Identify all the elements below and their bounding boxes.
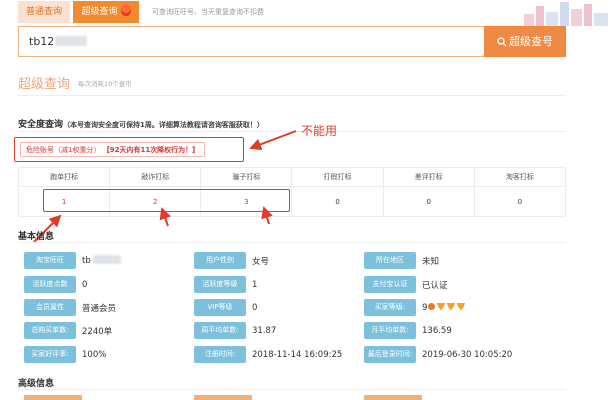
search-bar: tb12 超级查号 [18, 26, 566, 57]
advanced-label-stub [24, 395, 82, 400]
info-value: 0 [82, 279, 88, 290]
info-label: 总购买单数: [24, 322, 76, 339]
table-cell: 0 [291, 186, 384, 217]
divider [18, 95, 566, 96]
basic-info-heading: 基本信息 [18, 232, 55, 242]
super-search-label: 超级查号 [509, 35, 553, 48]
diamond-icon [436, 302, 446, 311]
info-label: 所在地区 [364, 252, 416, 269]
info-value: 2240单 [82, 326, 113, 337]
tab-normal-label: 普通查询 [25, 7, 62, 17]
info-item: 淘宝旺旺 tb [24, 252, 121, 269]
diamond-icon [446, 302, 456, 311]
info-value: 1 [252, 279, 258, 290]
safety-note: （本号查询安全度可保持1周。详细算法教程请咨询客服获取！） [63, 121, 264, 129]
safety-title: 安全度查询 [18, 120, 64, 130]
info-label: 买家好评率: [24, 346, 76, 363]
redacted-text [55, 36, 88, 46]
risk-highlight-box: 危险账号（减1权重分） 【92天内有11次降权行为！】 [14, 137, 244, 162]
table-header: 差评打标 [382, 167, 475, 187]
info-value: 2018-11-14 16:09:25 [252, 349, 343, 360]
info-value: 女号 [252, 256, 270, 267]
info-item: 最后登录时间: 2019-06-30 10:05:20 [364, 346, 512, 363]
info-item: 用户性别 女号 [194, 252, 269, 269]
info-value: 普通会员 [82, 303, 117, 314]
info-label: 注册时间: [194, 346, 246, 363]
info-value: 2019-06-30 10:05:20 [422, 349, 513, 360]
info-item: 活跃度点数 0 [24, 276, 87, 293]
table-header: 敲诈打标 [109, 167, 202, 187]
advanced-label-stub [364, 395, 422, 400]
tab-super-query[interactable]: 超级查询 [73, 1, 139, 23]
table-cell: 0 [382, 186, 475, 217]
tab-normal-query[interactable]: 普通查询 [18, 1, 70, 23]
info-item: 支付宝认证 已认证 [364, 276, 448, 293]
info-item: 会员属性 普通会员 [24, 299, 116, 316]
info-item: 活跃度等级 1 [194, 276, 257, 293]
info-value: 已认证 [422, 280, 448, 291]
search-icon [497, 37, 507, 47]
info-value: 100% [82, 349, 107, 360]
safety-heading: 安全度查询（本号查询安全度可保持1周。详细算法教程请咨询客服获取！） [18, 117, 264, 130]
info-label: 月平均单数: [364, 322, 416, 339]
super-search-button[interactable]: 超级查号 [484, 26, 566, 57]
info-value: 未知 [422, 256, 440, 267]
divider [18, 131, 566, 132]
advanced-info-heading: 高级信息 [18, 379, 55, 389]
info-label: 最后登录时间: [364, 346, 416, 363]
info-item: 注册时间: 2018-11-14 16:09:25 [194, 346, 342, 363]
info-label: 买家等级: [364, 299, 416, 316]
info-item: 买家好评率: 100% [24, 346, 106, 363]
marks-highlight-box [43, 189, 290, 212]
table-header: 打假打标 [291, 167, 384, 187]
fire-icon [120, 4, 131, 16]
table-header: 骗子打标 [200, 167, 293, 187]
search-input-value: tb12 [29, 35, 55, 48]
info-item: 总购买单数: 2240单 [24, 322, 112, 339]
info-item: VIP等级 0 [194, 299, 257, 316]
medal-icon [428, 302, 436, 310]
info-value: tb [82, 255, 121, 266]
info-item: 买家等级: 9 [364, 299, 466, 316]
info-value: 9 [422, 302, 466, 313]
info-label: 会员属性 [24, 299, 76, 316]
risk-status-badge: 危险账号（减1权重分） 【92天内有11次降权行为！】 [20, 142, 206, 157]
info-item: 月平均单数: 136.59 [364, 322, 452, 339]
page-title: 超级查询 [18, 77, 71, 92]
info-item: 周平均单数: 31.87 [194, 322, 276, 339]
table-header: 淘客打标 [473, 167, 567, 187]
table-cell: 0 [473, 186, 567, 217]
tab-super-label: 超级查询 [81, 7, 118, 17]
info-label: 用户性别 [194, 252, 246, 269]
table-header-row: 跑单打标 敲诈打标 骗子打标 打假打标 差评打标 淘客打标 [17, 167, 567, 187]
info-label: VIP等级 [194, 299, 246, 316]
advanced-label-stub [194, 395, 252, 400]
diamond-icon [456, 302, 466, 311]
divider [18, 242, 566, 243]
top-tab-bar: 普通查询 超级查询 可查询旺旺号、当天重复查询不扣费 [0, 0, 615, 26]
info-label: 活跃度点数 [24, 276, 76, 293]
info-label: 周平均单数: [194, 322, 246, 339]
page-subtitle: 每次消耗10个查币 [78, 80, 132, 88]
city-skyline-decoration [520, 0, 615, 26]
info-value: 136.59 [422, 325, 452, 336]
info-item: 所在地区 未知 [364, 252, 439, 269]
risk-detail: 【92天内有11次降权行为！】 [102, 146, 200, 154]
info-value: 0 [252, 302, 258, 313]
info-value: 31.87 [252, 325, 277, 336]
query-tip: 可查询旺旺号、当天重复查询不扣费 [152, 8, 264, 16]
arrow-to-risk [249, 130, 297, 151]
info-label: 活跃度等级 [194, 276, 246, 293]
search-input[interactable]: tb12 [29, 35, 88, 48]
divider [18, 389, 566, 390]
info-label: 淘宝旺旺 [24, 252, 76, 269]
info-label: 支付宝认证 [364, 276, 416, 293]
table-header: 跑单打标 [17, 167, 111, 187]
redacted-text [92, 255, 121, 264]
risk-label: 危险账号（减1权重分） [26, 146, 101, 154]
annotation-cannot-use: 不能用 [301, 124, 338, 138]
